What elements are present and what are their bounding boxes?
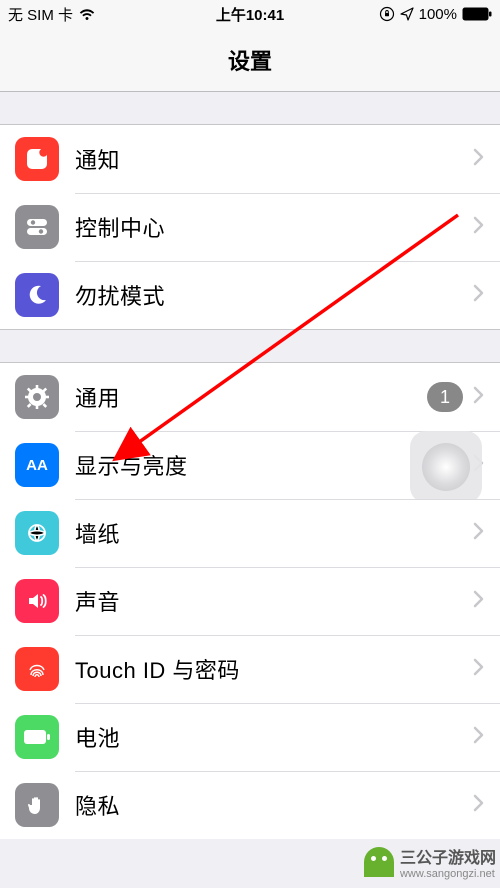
row-privacy[interactable]: 隐私	[0, 771, 500, 839]
row-sound[interactable]: 声音	[0, 567, 500, 635]
row-label: 电池	[75, 721, 473, 753]
row-control-center[interactable]: 控制中心	[0, 193, 500, 261]
chevron-right-icon	[473, 522, 485, 545]
watermark-url: www.sangongzi.net	[400, 868, 496, 880]
chevron-right-icon	[473, 590, 485, 613]
chevron-right-icon	[473, 794, 485, 817]
row-label: 声音	[75, 585, 473, 617]
touch-id-icon	[15, 647, 59, 691]
row-label: Touch ID 与密码	[75, 653, 473, 685]
row-do-not-disturb[interactable]: 勿扰模式	[0, 261, 500, 329]
header: 设置	[0, 28, 500, 92]
settings-group-1: 通知 控制中心 勿扰模式	[0, 124, 500, 330]
page-title: 设置	[228, 44, 272, 76]
settings-group-2: 通用 1 AA 显示与亮度 墙纸 声音 Touch ID 与密码	[0, 362, 500, 839]
row-notifications[interactable]: 通知	[0, 125, 500, 193]
display-icon: AA	[15, 443, 59, 487]
privacy-icon	[15, 783, 59, 827]
row-display-brightness[interactable]: AA 显示与亮度	[0, 431, 500, 499]
section-gap	[0, 330, 500, 362]
row-label: 通知	[75, 143, 473, 175]
sound-icon	[15, 579, 59, 623]
row-touch-id[interactable]: Touch ID 与密码	[0, 635, 500, 703]
control-center-icon	[15, 205, 59, 249]
chevron-right-icon	[473, 148, 485, 171]
chevron-right-icon	[473, 726, 485, 749]
do-not-disturb-icon	[15, 273, 59, 317]
watermark: 三公子游戏网 www.sangongzi.net	[358, 840, 500, 884]
notifications-icon	[15, 137, 59, 181]
clock-text: 上午10:41	[0, 4, 500, 25]
row-general[interactable]: 通用 1	[0, 363, 500, 431]
general-icon	[15, 375, 59, 419]
row-label: 勿扰模式	[75, 279, 473, 311]
row-wallpaper[interactable]: 墙纸	[0, 499, 500, 567]
row-battery[interactable]: 电池	[0, 703, 500, 771]
row-label: 通用	[75, 381, 427, 413]
chevron-right-icon	[473, 284, 485, 307]
badge-count: 1	[427, 382, 463, 412]
watermark-text: 三公子游戏网	[400, 844, 496, 868]
row-label: 隐私	[75, 789, 473, 821]
watermark-logo-icon	[364, 847, 394, 877]
chevron-right-icon	[473, 386, 485, 409]
battery-row-icon	[15, 715, 59, 759]
assistive-touch-button[interactable]	[410, 431, 482, 503]
svg-text:AA: AA	[26, 457, 48, 474]
chevron-right-icon	[473, 216, 485, 239]
row-label: 墙纸	[75, 517, 473, 549]
chevron-right-icon	[473, 658, 485, 681]
wallpaper-icon	[15, 511, 59, 555]
status-bar: 无 SIM 卡 上午10:41 100%	[0, 0, 500, 28]
row-label: 控制中心	[75, 211, 473, 243]
section-gap	[0, 92, 500, 124]
